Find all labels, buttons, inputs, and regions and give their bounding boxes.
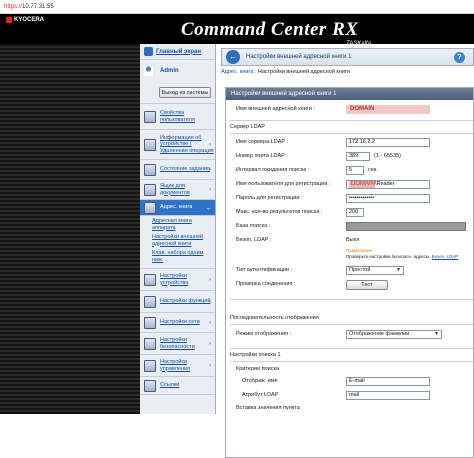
- main-content: ← Настройки внешней адресной книги 1 ? А…: [217, 44, 474, 458]
- menu-item-document-box[interactable]: Ящик для документов ›: [140, 180, 215, 200]
- menu-item-address-book[interactable]: Адрес. книга ⌄: [140, 200, 215, 216]
- chevron-right-icon: ›: [209, 276, 211, 283]
- url-host: 10.77.31.55: [22, 3, 54, 10]
- divider: [230, 324, 473, 325]
- menu-item-job-status[interactable]: Состояние задания ›: [140, 160, 215, 180]
- secure-ldap-value: Выкл: [346, 237, 360, 243]
- management-settings-icon: [144, 359, 156, 372]
- ldap-section-title: Сервер LDAP: [230, 124, 265, 130]
- divider: [230, 120, 473, 121]
- submenu-device-address-book[interactable]: Адресная книга аппарата: [152, 218, 215, 231]
- menu-item-user-properties[interactable]: Свойства пользователя: [140, 104, 215, 130]
- url-protocol: https://: [4, 3, 23, 10]
- address-bar[interactable]: https://10.77.31.55: [0, 0, 474, 14]
- chevron-right-icon: ›: [209, 186, 211, 193]
- search-base-input[interactable]: [346, 222, 466, 231]
- menu-item-function-settings[interactable]: Настройки функций ›: [140, 291, 215, 313]
- page-title: Настройки внешней адресной книги 1: [246, 54, 352, 60]
- navigation-menu: Главный экран Admin Выход из системы Сво…: [140, 44, 216, 414]
- address-book-submenu: Адресная книга аппарата Настройки внешне…: [140, 216, 215, 269]
- left-decorative-strip: [0, 44, 140, 414]
- display-section-title: Последовательность отображения: [230, 315, 319, 321]
- device-info-icon: [144, 138, 156, 151]
- panel-title: Настройки внешней адресной книги 1: [226, 88, 473, 100]
- search-criteria-label: Критерии поиска: [236, 366, 280, 372]
- menu-item-management-settings[interactable]: Настройки управления ›: [140, 355, 215, 377]
- address-book-icon: [144, 201, 156, 214]
- logout-button[interactable]: Выход из системы: [159, 87, 211, 98]
- chevron-right-icon: ›: [209, 141, 211, 148]
- menu-item-network-settings[interactable]: Настройки сети ›: [140, 313, 215, 333]
- secure-ldap-note: Примечание Проверьте настройки безопасн.…: [346, 248, 459, 259]
- chevron-down-icon: ⌄: [205, 205, 211, 211]
- timeout-unit: сек.: [368, 167, 378, 173]
- job-status-icon: [144, 163, 156, 176]
- breadcrumb: Адрес. книга : Настройки внешней адресно…: [221, 69, 350, 75]
- submenu-external-address-book[interactable]: Настройки внешней адресной книги: [152, 234, 215, 247]
- auth-type-select[interactable]: Простой ▼: [346, 266, 404, 275]
- help-icon[interactable]: ?: [454, 52, 465, 63]
- divider: [230, 133, 473, 134]
- display-mode-select[interactable]: Отображение фамилии ▼: [346, 330, 442, 339]
- secure-ldap-link[interactable]: Безоп. LDAP: [432, 254, 459, 259]
- kyocera-logo: KYOCERA: [6, 17, 44, 23]
- chevron-right-icon: ›: [209, 340, 211, 347]
- page-title-bar: ← Настройки внешней адресной книги 1 ?: [221, 48, 474, 66]
- menu-item-links[interactable]: Ссылки: [140, 377, 215, 395]
- search-section-title: Настройки поиска 1: [230, 352, 281, 358]
- value-insert-label: Вставка значения пункта: [236, 405, 300, 411]
- menu-item-security-settings[interactable]: Настройки безопасности ›: [140, 333, 215, 355]
- chevron-right-icon: ›: [209, 362, 211, 369]
- device-settings-icon: [144, 273, 156, 286]
- document-box-icon: [144, 183, 156, 196]
- home-icon: [144, 47, 153, 56]
- chevron-down-icon: ▼: [396, 267, 401, 273]
- user-name: Admin: [160, 68, 179, 74]
- app-header: KYOCERA Command Center RX TASKalfa: [0, 14, 474, 47]
- timeout-input[interactable]: 5: [346, 166, 364, 175]
- test-button[interactable]: Тест: [346, 280, 388, 290]
- shield-icon: [144, 337, 156, 350]
- login-user-name: \Reader: [375, 181, 395, 187]
- ldap-server-input[interactable]: 172.16.2.2: [346, 138, 430, 147]
- chevron-right-icon: ›: [209, 298, 211, 305]
- user-properties-icon: [144, 110, 156, 123]
- network-settings-icon: [144, 316, 156, 329]
- max-results-input[interactable]: 200: [346, 208, 364, 217]
- divider: [230, 348, 473, 349]
- menu-item-device-info[interactable]: Информация об устройстве / Удаленная опе…: [140, 130, 215, 160]
- chevron-right-icon: ›: [209, 166, 211, 173]
- link-icon: [144, 379, 156, 392]
- breadcrumb-current: Настройки внешней адресной книги: [257, 69, 350, 75]
- submenu-one-touch-keys[interactable]: Клав. набора одним наж.: [152, 250, 215, 263]
- port-range: (1 - 65535): [374, 153, 401, 159]
- back-arrow-icon[interactable]: ←: [226, 50, 240, 64]
- chevron-right-icon: ›: [209, 319, 211, 326]
- ldap-attribute-input[interactable]: mail: [346, 391, 430, 400]
- chevron-down-icon: ▼: [434, 331, 439, 337]
- display-name-input[interactable]: E-mail: [346, 377, 430, 386]
- breadcrumb-root[interactable]: Адрес. книга: [221, 69, 253, 75]
- settings-panel: Настройки внешней адресной книги 1 Имя в…: [225, 87, 474, 458]
- function-settings-icon: [144, 295, 156, 308]
- login-user-input[interactable]: DOMAIN\Reader: [346, 180, 430, 189]
- ldap-port-input[interactable]: 389: [346, 152, 370, 161]
- book-name-input[interactable]: DOMAIN: [346, 105, 430, 114]
- home-link[interactable]: Главный экран: [140, 44, 215, 60]
- login-password-input[interactable]: •••••••••••••: [346, 194, 430, 203]
- menu-item-device-settings[interactable]: Настройки устройства ›: [140, 269, 215, 291]
- user-icon: [144, 66, 153, 76]
- row-secure-ldap: Безоп. LDAP : Выкл: [236, 237, 360, 243]
- divider: [230, 299, 473, 300]
- product-title: Command Center RX: [181, 19, 359, 40]
- login-user-domain: DOMAIN: [349, 181, 375, 188]
- divider: [230, 361, 473, 362]
